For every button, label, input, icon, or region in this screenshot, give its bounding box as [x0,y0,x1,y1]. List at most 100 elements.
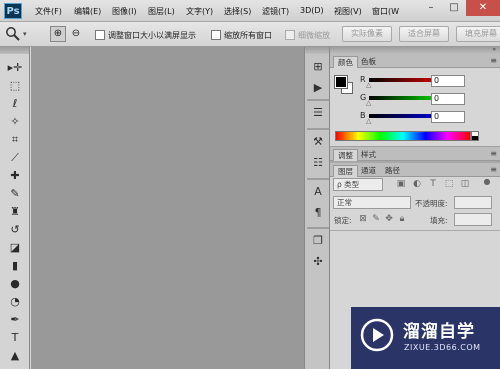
lock-label: 锁定: [334,216,352,225]
marquee-tool-icon[interactable]: ⬚ [6,78,24,94]
tab-styles[interactable]: 样式 [357,149,380,161]
adjustments-panel-icon[interactable]: ☷ [310,155,326,171]
color-spectrum-ramp[interactable] [335,131,471,141]
color-panel-topbar[interactable]: » [330,46,500,54]
filter-pixel-icon[interactable]: ▣ [395,179,407,189]
gradient-tool-icon[interactable]: ▮ [6,258,24,274]
actions-play-icon[interactable]: ▶ [310,80,326,96]
filter-adjustment-icon[interactable]: ◐ [411,179,423,189]
tab-paths[interactable]: 路径 [381,165,404,177]
tool-preset-dropdown-icon[interactable]: ▾ [23,30,27,38]
foreground-color-swatch[interactable] [334,75,348,89]
pen-tool-icon[interactable]: ✒ [6,312,24,328]
menu-image[interactable]: 图像(I) [112,6,137,17]
menu-type[interactable]: 文字(Y) [186,6,213,17]
watermark-url: ZIXUE.3D66.COM [404,343,481,352]
menu-3d[interactable]: 3D(D) [300,6,324,15]
lock-all-icon[interactable]: 🔒︎ [396,214,408,224]
filter-smart-object-icon[interactable]: ◫ [459,179,471,189]
character-panel-icon[interactable]: A [310,184,326,200]
lock-image-icon[interactable]: ✎ [370,214,382,224]
type-tool-icon[interactable]: T [6,330,24,346]
resize-windows-label: 调整窗口大小以满屏显示 [108,31,196,40]
zoom-in-button[interactable]: ⊕ [50,26,66,42]
maximize-button[interactable]: □ [443,0,465,16]
lasso-tool-icon[interactable]: ℓ [6,96,24,112]
filter-shape-icon[interactable]: ⬚ [443,179,455,189]
dock-grip[interactable] [305,47,329,54]
channel-b-input[interactable]: 0 [431,111,465,123]
menu-file[interactable]: 文件(F) [35,6,62,17]
menu-view[interactable]: 视图(V) [334,6,362,17]
channel-r-input[interactable]: 0 [431,75,465,87]
channel-r-slider-handle[interactable]: △ [366,81,371,89]
panel-menu-icon[interactable]: ≡ [490,56,497,65]
menu-window[interactable]: 窗口(W [372,6,399,17]
eyedropper-tool-icon[interactable]: ⟋ [6,150,24,166]
tools-panel: ▸✛ ⬚ ℓ ✧ ⌗ ⟋ ✚ ✎ ♜ ↺ ◪ ▮ ● ◔ ✒ T ▲ [0,47,30,369]
channel-g-slider-handle[interactable]: △ [366,99,371,107]
move-tool-icon[interactable]: ▸✛ [6,60,24,76]
menu-edit[interactable]: 编辑(E) [74,6,101,17]
scrubby-zoom-checkbox[interactable] [285,30,295,40]
blur-tool-icon[interactable]: ● [6,276,24,292]
tab-adjustments[interactable]: 调整 [333,149,358,161]
blend-mode-dropdown[interactable]: 正常 [333,196,411,209]
menu-select[interactable]: 选择(S) [224,6,251,17]
collapse-panels-icon[interactable]: » [492,46,496,53]
actual-pixels-button[interactable]: 实际像素 [342,26,392,42]
quick-select-tool-icon[interactable]: ✧ [6,114,24,130]
channel-b-slider-handle[interactable]: △ [366,117,371,125]
tab-layers[interactable]: 图层 [333,165,358,177]
opacity-input[interactable] [454,196,492,209]
fill-screen-button[interactable]: 填充屏幕 [456,26,500,42]
watermark-title: 溜溜自学 [403,322,475,342]
adjust-panel-menu-icon[interactable]: ≡ [490,149,497,158]
zoom-all-windows-label: 缩放所有窗口 [224,31,272,40]
tab-swatches[interactable]: 色板 [357,56,380,68]
tools-panel-grip[interactable] [0,47,29,54]
fit-screen-button[interactable]: 适合屏幕 [399,26,449,42]
lock-position-icon[interactable]: ✥ [383,214,395,224]
lock-transparent-icon[interactable]: ⊠ [357,214,369,224]
photoshop-logo: Ps [4,3,22,19]
filter-toggle-icon[interactable]: ● [481,177,493,186]
minimize-button[interactable]: – [420,0,442,16]
brush-tool-icon[interactable]: ✎ [6,186,24,202]
clone-source-icon[interactable]: ❐ [310,233,326,249]
zoom-all-windows-checkbox[interactable] [211,30,221,40]
menu-bar: Ps 文件(F) 编辑(E) 图像(I) 图层(L) 文字(Y) 选择(S) 滤… [0,0,500,22]
layers-panel-menu-icon[interactable]: ≡ [490,165,497,174]
history-brush-tool-icon[interactable]: ↺ [6,222,24,238]
crop-tool-icon[interactable]: ⌗ [6,132,24,148]
tab-color[interactable]: 颜色 [333,56,358,68]
properties-panel-icon[interactable]: ☰ [310,105,326,121]
dodge-tool-icon[interactable]: ◔ [6,294,24,310]
dock-separator [307,128,329,130]
fill-input[interactable] [454,213,492,226]
paragraph-panel-icon[interactable]: ¶ [310,205,326,221]
channel-g-input[interactable]: 0 [431,93,465,105]
menu-layer[interactable]: 图层(L) [148,6,175,17]
menu-filter[interactable]: 滤镜(T) [262,6,289,17]
zoom-icon[interactable] [5,26,21,45]
layers-panel-tabs: 图层 通道 路径 ≡ [330,163,500,177]
path-select-tool-icon[interactable]: ▲ [6,348,24,364]
history-panel-icon[interactable]: ⊞ [310,59,326,75]
tool-presets-icon[interactable]: ⚒ [310,134,326,150]
healing-brush-tool-icon[interactable]: ✚ [6,168,24,184]
filter-type-icon[interactable]: T [427,179,439,189]
channel-b-label: B [360,111,366,120]
close-button[interactable]: ✕ [466,0,500,16]
zoom-out-button[interactable]: ⊖ [68,26,84,42]
resize-windows-checkbox[interactable] [95,30,105,40]
brush-presets-icon[interactable]: ✣ [310,254,326,270]
document-canvas-area[interactable] [31,47,304,369]
fill-label: 填充: [430,216,448,225]
eraser-tool-icon[interactable]: ◪ [6,240,24,256]
tab-channels[interactable]: 通道 [357,165,380,177]
watermark-badge: 溜溜自学 ZIXUE.3D66.COM [351,307,500,369]
black-white-ramp[interactable] [471,131,479,141]
layer-filter-dropdown[interactable]: ρ 类型 [333,178,383,191]
clone-stamp-tool-icon[interactable]: ♜ [6,204,24,220]
